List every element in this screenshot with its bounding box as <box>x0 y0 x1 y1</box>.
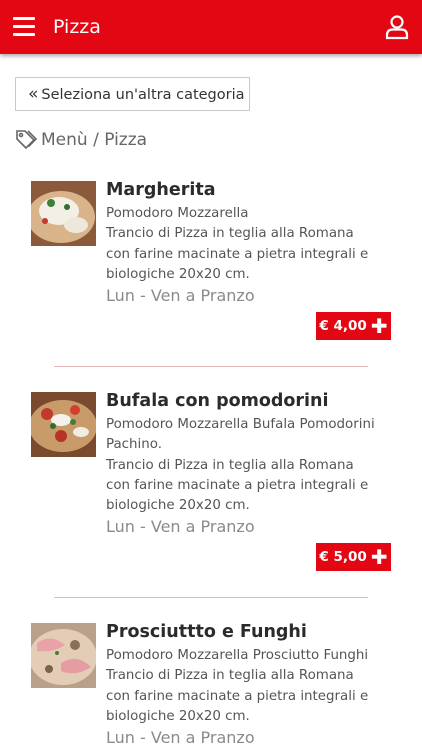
product-detail-line: Trancio di Pizza in teglia alla Romana c… <box>106 668 369 724</box>
top-app-bar: Pizza <box>0 0 422 54</box>
product-image-prosciutto-funghi <box>31 623 96 688</box>
divider <box>54 366 368 367</box>
add-to-cart-button[interactable]: € 4,00 ✚ <box>316 312 391 340</box>
product-name: Bufala con pomodorini <box>106 391 329 411</box>
product-image-bufala <box>31 392 96 457</box>
breadcrumb: Menù / Pizza <box>15 128 147 152</box>
plus-icon: ✚ <box>370 545 388 569</box>
user-icon[interactable] <box>384 14 410 40</box>
product-detail-line: Trancio di Pizza in teglia alla Romana c… <box>106 457 369 514</box>
product-availability: Lun - Ven a Pranzo <box>106 286 255 305</box>
product-availability: Lun - Ven a Pranzo <box>106 517 255 536</box>
product-price: € 5,00 <box>319 549 367 565</box>
product-ingredients: Pomodoro Mozzarella Bufala Pomodorini Pa… <box>106 415 376 516</box>
hamburger-line <box>13 25 35 28</box>
product-description: Pomodoro Mozzarella Bufala Pomodorini Pa… <box>106 415 376 516</box>
breadcrumb-text: Menù / Pizza <box>41 130 148 150</box>
hamburger-menu-icon[interactable] <box>13 15 37 37</box>
product-name: Margherita <box>106 180 216 200</box>
product-description: Pomodoro Mozzarella Prosciutto Funghi Tra… <box>106 646 376 727</box>
product-ingredients-line: Pomodoro Mozzarella <box>106 206 249 221</box>
hamburger-line <box>13 33 35 36</box>
product-image-margherita <box>31 181 96 246</box>
product-ingredients: Pomodoro Mozzarella Trancio di Pizza in t… <box>106 204 376 285</box>
product-ingredients-line: Pomodoro Mozzarella Prosciutto Funghi <box>106 648 369 663</box>
product-price: € 4,00 <box>319 318 367 334</box>
plus-icon: ✚ <box>370 314 388 338</box>
category-button-label: Seleziona un'altra categoria <box>41 87 245 103</box>
product-availability: Lun - Ven a Pranzo <box>106 728 255 747</box>
page-title: Pizza <box>53 16 101 38</box>
product-ingredients-line: Pomodoro Mozzarella Bufala Pomodorini Pa… <box>106 417 375 453</box>
divider <box>54 597 368 598</box>
product-detail-line: Trancio di Pizza in teglia alla Romana c… <box>106 226 369 282</box>
product-name: Prosciuttto e Funghi <box>106 622 307 642</box>
hamburger-line <box>13 17 35 20</box>
product-ingredients: Pomodoro Mozzarella Prosciutto Funghi Tra… <box>106 646 376 727</box>
select-other-category-button[interactable]: «Seleziona un'altra categoria <box>15 77 250 111</box>
double-chevron-left-icon: « <box>28 84 39 104</box>
product-description: Pomodoro Mozzarella Trancio di Pizza in t… <box>106 204 376 285</box>
tag-icon <box>16 130 37 150</box>
add-to-cart-button[interactable]: € 5,00 ✚ <box>316 543 391 571</box>
